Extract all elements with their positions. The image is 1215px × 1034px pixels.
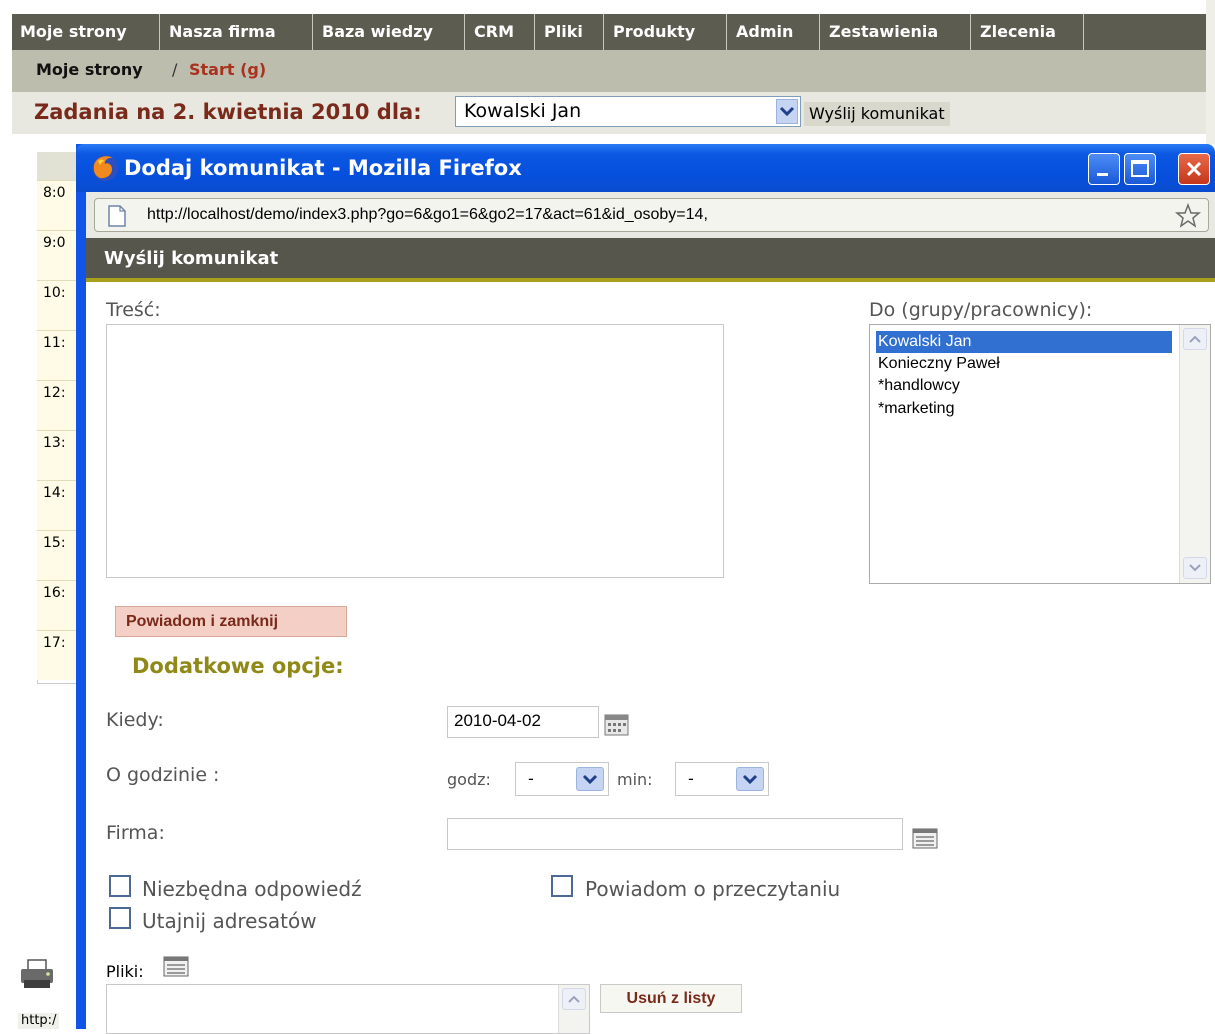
list-icon[interactable] (163, 956, 189, 978)
breadcrumb-separator: / (172, 60, 178, 79)
scroll-up-icon[interactable] (562, 988, 586, 1010)
nav-tab-crm[interactable]: CRM (466, 14, 535, 50)
address-bar-area: http://localhost/demo/index3.php?go=6&go… (86, 192, 1215, 238)
hour-select-value: - (528, 769, 534, 788)
hide-recipients-label: Utajnij adresatów (142, 909, 317, 933)
calendar-hour-9[interactable]: 9:0 (37, 230, 77, 280)
content-header: Wyślij komunikat (86, 238, 1215, 282)
recipients-scrollbar[interactable] (1179, 325, 1210, 583)
person-select-value: Kowalski Jan (464, 100, 582, 122)
nav-tab-nasza-firma[interactable]: Nasza firma (161, 14, 313, 50)
status-bar-url: http:/ (18, 1013, 60, 1029)
time-label: O godzinie : (106, 764, 220, 786)
recipients-list[interactable]: Kowalski Jan Konieczny Paweł *handlowcy … (869, 324, 1211, 584)
maximize-icon[interactable] (1124, 153, 1156, 185)
hide-recipients-checkbox[interactable] (109, 907, 131, 929)
nav-tab-baza-wiedzy[interactable]: Baza wiedzy (314, 14, 465, 50)
close-icon[interactable] (1178, 153, 1210, 185)
printer-icon[interactable] (18, 958, 58, 992)
nav-tab-pliki[interactable]: Pliki (536, 14, 604, 50)
calendar-hour-15[interactable]: 15: (37, 530, 77, 580)
page-icon (107, 205, 127, 227)
list-icon[interactable] (912, 828, 938, 850)
minute-label: min: (617, 770, 653, 789)
window-title: Dodaj komunikat - Mozilla Firefox (124, 156, 522, 180)
recipient-handlowcy[interactable]: *handlowcy (876, 375, 960, 397)
nav-tab-zestawienia[interactable]: Zestawienia (821, 14, 971, 50)
when-label: Kiedy: (106, 709, 164, 731)
breadcrumb-home[interactable]: Moje strony (36, 60, 143, 79)
address-bar-url[interactable]: http://localhost/demo/index3.php?go=6&go… (147, 206, 708, 224)
notify-and-close-button[interactable]: Powiadom i zamknij (115, 606, 347, 637)
tasks-title: Zadania na 2. kwietnia 2010 dla: (34, 100, 422, 124)
calendar-hour-13[interactable]: 13: (37, 430, 77, 480)
read-receipt-label: Powiadom o przeczytaniu (585, 877, 841, 901)
tasks-bar: Zadania na 2. kwietnia 2010 dla: Kowalsk… (12, 92, 1215, 134)
top-navigation: Moje strony Nasza firma Baza wiedzy CRM … (12, 14, 1215, 50)
minute-select[interactable]: - (675, 762, 769, 796)
recipients-label: Do (grupy/pracownicy): (869, 299, 1093, 321)
chevron-down-icon[interactable] (736, 767, 764, 791)
date-value: 2010-04-02 (454, 711, 541, 730)
hour-label: godz: (447, 770, 491, 789)
required-reply-label: Niezbędna odpowiedź (142, 877, 362, 901)
company-input[interactable] (447, 818, 903, 850)
files-label: Pliki: (106, 962, 144, 981)
recipient-marketing[interactable]: *marketing (876, 398, 954, 420)
calendar-hour-11[interactable]: 11: (37, 330, 77, 380)
calendar-hour-17[interactable]: 17: (37, 630, 77, 680)
breadcrumb: Moje strony / Start (g) (12, 50, 1215, 92)
calendar-hour-12[interactable]: 12: (37, 380, 77, 430)
files-scrollbar[interactable] (558, 985, 589, 1033)
message-textarea[interactable] (106, 324, 724, 578)
minimize-icon[interactable] (1088, 153, 1120, 185)
send-message-button[interactable]: Wyślij komunikat (804, 102, 950, 126)
calendar-hour-16[interactable]: 16: (37, 580, 77, 630)
required-reply-checkbox[interactable] (109, 875, 131, 897)
breadcrumb-current[interactable]: Start (g) (189, 60, 266, 79)
content-title: Wyślij komunikat (104, 248, 279, 269)
scroll-up-icon[interactable] (1183, 328, 1207, 350)
person-select[interactable]: Kowalski Jan (455, 96, 801, 127)
bookmark-star-icon[interactable] (1174, 202, 1202, 230)
company-label: Firma: (106, 822, 165, 844)
firefox-icon (90, 153, 120, 183)
nav-tab-moje-strony[interactable]: Moje strony (12, 14, 160, 50)
recipient-konieczny-pawel[interactable]: Konieczny Paweł (876, 353, 1000, 375)
calendar-header (37, 152, 77, 180)
recipient-kowalski-jan[interactable]: Kowalski Jan (876, 331, 1172, 353)
window-frame (76, 144, 86, 1029)
files-list[interactable] (106, 984, 590, 1034)
date-input[interactable]: 2010-04-02 (447, 706, 599, 738)
nav-tab-produkty[interactable]: Produkty (605, 14, 727, 50)
extra-options-heading: Dodatkowe opcje: (132, 654, 344, 678)
window-titlebar[interactable]: Dodaj komunikat - Mozilla Firefox (76, 144, 1215, 192)
hour-select[interactable]: - (515, 762, 609, 796)
scroll-down-icon[interactable] (1183, 557, 1207, 579)
nav-tab-zlecenia[interactable]: Zlecenia (972, 14, 1084, 50)
calendar-hour-8[interactable]: 8:0 (37, 180, 77, 230)
chevron-down-icon[interactable] (576, 767, 604, 791)
remove-from-list-button[interactable]: Usuń z listy (600, 984, 742, 1013)
nav-tab-admin[interactable]: Admin (728, 14, 820, 50)
popup-window: Dodaj komunikat - Mozilla Firefox http:/… (76, 144, 1215, 1034)
calendar-hour-10[interactable]: 10: (37, 280, 77, 330)
calendar-hour-14[interactable]: 14: (37, 480, 77, 530)
minute-select-value: - (688, 769, 694, 788)
calendar-icon[interactable] (604, 713, 630, 737)
address-bar[interactable]: http://localhost/demo/index3.php?go=6&go… (94, 198, 1209, 232)
content-label: Treść: (106, 299, 161, 321)
read-receipt-checkbox[interactable] (551, 875, 573, 897)
chevron-down-icon[interactable] (776, 99, 798, 124)
